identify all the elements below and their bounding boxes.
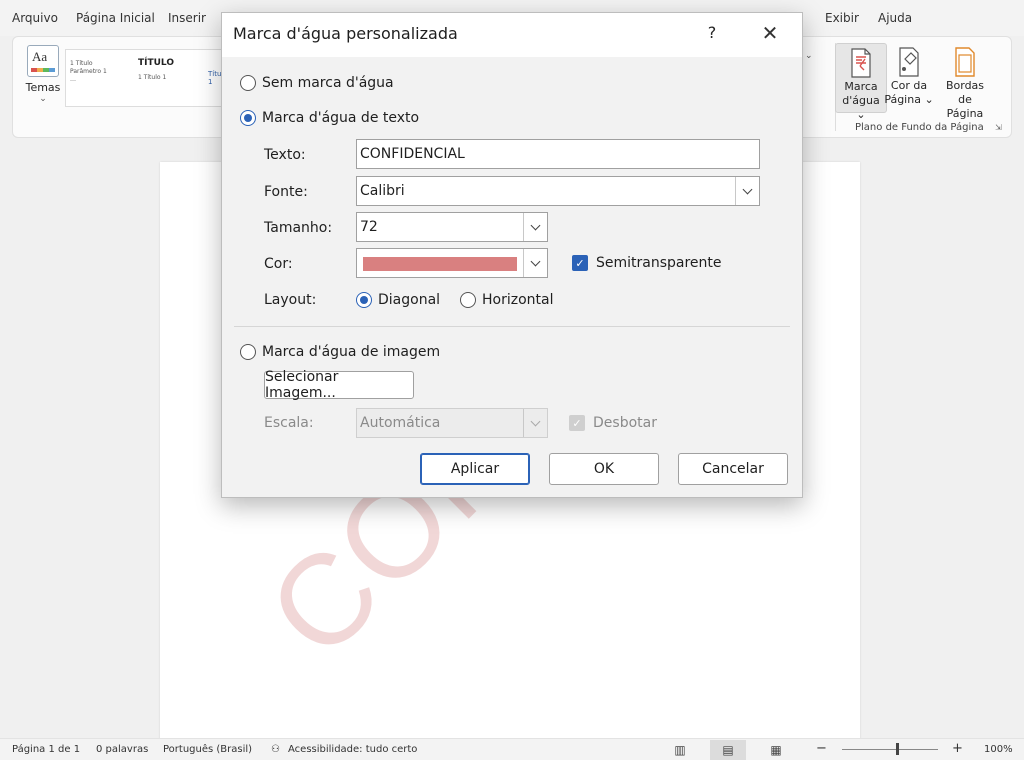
group-label: Plano de Fundo da Página	[855, 122, 984, 133]
chevron-down-icon[interactable]	[523, 249, 547, 277]
layout-horizontal-radio[interactable]	[460, 292, 476, 308]
close-icon[interactable]: ✕	[756, 21, 784, 45]
gallery-style-2-sub: 1 Título 1	[138, 74, 167, 81]
select-image-button[interactable]: Selecionar Imagem...	[264, 369, 414, 401]
web-layout-icon[interactable]: ▦	[758, 740, 794, 760]
scale-select[interactable]: Automática	[356, 408, 548, 438]
cancel-button[interactable]: Cancelar	[678, 453, 788, 485]
menu-pagina-inicial[interactable]: Página Inicial	[76, 11, 155, 25]
help-button[interactable]: ?	[700, 21, 724, 45]
color-label: Cor:	[264, 256, 293, 272]
zoom-level[interactable]: 100%	[984, 744, 1013, 755]
size-label: Tamanho:	[264, 220, 333, 236]
text-watermark-radio[interactable]	[240, 110, 256, 126]
gallery-expand-icon[interactable]: ⌄	[805, 51, 813, 61]
gallery-style-1[interactable]: 1 Título Parâmetro 1 …	[70, 60, 107, 84]
page-count[interactable]: Página 1 de 1	[12, 744, 80, 755]
washout-label[interactable]: Desbotar	[593, 415, 657, 431]
zoom-in-button[interactable]: +	[952, 741, 963, 756]
watermark-button[interactable]: Marca d'água ⌄	[835, 43, 887, 121]
font-select[interactable]: Calibri	[356, 176, 760, 206]
chevron-down-icon[interactable]	[523, 409, 547, 437]
page-color-button[interactable]: Cor da Página ⌄	[883, 43, 935, 113]
semitransparent-label[interactable]: Semitransparente	[596, 255, 722, 271]
word-count[interactable]: 0 palavras	[96, 744, 148, 755]
dialog-title: Marca d'água personalizada	[233, 24, 458, 43]
font-label: Fonte:	[264, 184, 308, 200]
dialog-launcher-icon[interactable]: ⇲	[995, 123, 1002, 132]
text-label: Texto:	[264, 147, 306, 163]
divider	[234, 326, 790, 327]
watermark-dialog: Marca d'água personalizada ? ✕ Sem marca…	[221, 12, 803, 498]
image-watermark-option[interactable]: Marca d'água de imagem	[240, 342, 440, 362]
layout-diagonal-option[interactable]: Diagonal	[356, 290, 440, 310]
image-watermark-radio[interactable]	[240, 344, 256, 360]
print-layout-icon[interactable]: ▤	[710, 740, 746, 760]
text-watermark-option[interactable]: Marca d'água de texto	[240, 108, 419, 128]
style-gallery[interactable]: 1 Título Parâmetro 1 … TÍTULO 1 Título 1…	[65, 49, 228, 107]
chevron-down-icon: ⌄	[39, 94, 47, 104]
size-select[interactable]: 72	[356, 212, 548, 242]
menu-arquivo[interactable]: Arquivo	[12, 11, 58, 25]
status-bar: Página 1 de 1 0 palavras Português (Bras…	[0, 738, 1024, 760]
color-select[interactable]	[356, 248, 548, 278]
layout-horizontal-option[interactable]: Horizontal	[460, 290, 553, 310]
no-watermark-option[interactable]: Sem marca d'água	[240, 73, 394, 93]
apply-button[interactable]: Aplicar	[420, 453, 530, 485]
zoom-out-button[interactable]: −	[816, 741, 827, 756]
color-swatch	[363, 257, 517, 271]
layout-diagonal-radio[interactable]	[356, 292, 372, 308]
ok-button[interactable]: OK	[549, 453, 659, 485]
scale-label: Escala:	[264, 415, 314, 431]
no-watermark-radio[interactable]	[240, 75, 256, 91]
menu-exibir[interactable]: Exibir	[825, 11, 859, 25]
chevron-down-icon[interactable]	[523, 213, 547, 241]
chevron-down-icon[interactable]	[735, 177, 759, 205]
themes-label: Temas	[25, 81, 61, 94]
menu-inserir[interactable]: Inserir	[168, 11, 206, 25]
layout-label: Layout:	[264, 292, 317, 308]
menu-ajuda[interactable]: Ajuda	[878, 11, 912, 25]
themes-icon: Aa	[27, 45, 59, 77]
semitransparent-checkbox[interactable]: ✓	[572, 255, 588, 271]
zoom-slider-thumb[interactable]	[896, 743, 899, 755]
language-status[interactable]: Português (Brasil)	[163, 744, 252, 755]
themes-button[interactable]: Aa Temas ⌄	[23, 45, 63, 104]
zoom-slider[interactable]	[842, 749, 938, 750]
gallery-style-2-title[interactable]: TÍTULO	[138, 58, 174, 68]
page-borders-button[interactable]: Bordas de Página	[939, 43, 991, 120]
accessibility-icon: ⚇	[271, 744, 280, 755]
text-input[interactable]: CONFIDENCIAL	[356, 139, 760, 169]
watermark-icon	[849, 48, 873, 78]
accessibility-status[interactable]: Acessibilidade: tudo certo	[288, 744, 417, 755]
read-mode-icon[interactable]: ▥	[662, 740, 698, 760]
page-color-icon	[897, 47, 921, 77]
page-borders-icon	[953, 47, 977, 77]
washout-checkbox[interactable]: ✓	[569, 415, 585, 431]
